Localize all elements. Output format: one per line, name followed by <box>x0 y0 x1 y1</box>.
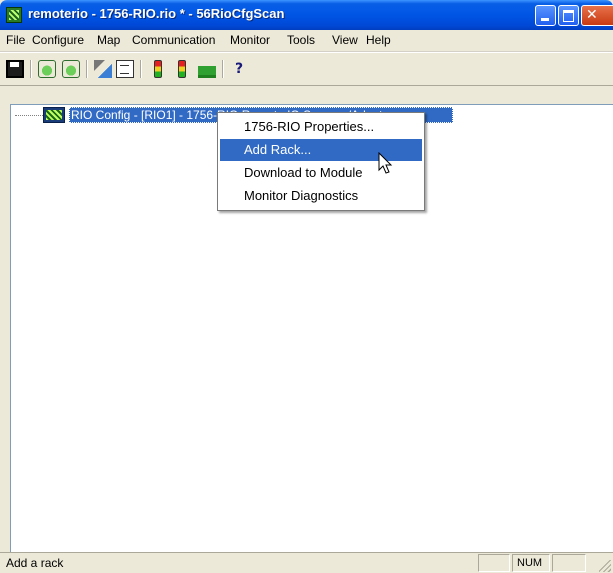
tools-icon[interactable] <box>94 60 112 78</box>
document-icon[interactable] <box>116 60 134 78</box>
toolbar-separator <box>222 60 224 78</box>
resize-grip-icon[interactable] <box>599 560 611 572</box>
toolbar: ? <box>0 52 613 86</box>
maximize-button[interactable] <box>558 5 579 26</box>
context-help-icon[interactable]: ? <box>230 60 248 78</box>
menu-map[interactable]: Map <box>97 33 120 47</box>
window-title: remoterio - 1756-RIO.rio * - 56RioCfgSca… <box>28 6 285 21</box>
status-text: Add a rack <box>6 556 64 570</box>
save-icon[interactable] <box>6 60 24 78</box>
ctx-properties[interactable]: 1756-RIO Properties... <box>220 116 422 138</box>
menu-configure[interactable]: Configure <box>32 33 84 47</box>
toolbar-separator <box>86 60 88 78</box>
app-icon[interactable] <box>6 7 22 23</box>
module-config-icon[interactable] <box>38 60 56 78</box>
toolbar-separator <box>140 60 142 78</box>
mouse-cursor-icon <box>378 152 393 174</box>
signal-light-alt-icon[interactable] <box>174 60 192 78</box>
status-bar: Add a rack NUM <box>0 552 613 573</box>
status-pane-scroll <box>552 554 586 572</box>
status-pane-caps <box>478 554 510 572</box>
minimize-button[interactable] <box>535 5 556 26</box>
status-pane-num: NUM <box>512 554 550 572</box>
menu-monitor[interactable]: Monitor <box>230 33 270 47</box>
menu-tools[interactable]: Tools <box>287 33 315 47</box>
plug-icon[interactable] <box>198 60 216 78</box>
module-config-alt-icon[interactable] <box>62 60 80 78</box>
tree-connector-line <box>15 115 43 116</box>
signal-light-icon[interactable] <box>150 60 168 78</box>
menu-communication[interactable]: Communication <box>132 33 215 47</box>
menu-bar: File Configure Map Communication Monitor… <box>0 30 613 52</box>
app-window: remoterio - 1756-RIO.rio * - 56RioCfgSca… <box>0 0 613 573</box>
menu-file[interactable]: File <box>6 33 25 47</box>
close-button[interactable] <box>581 5 613 26</box>
menu-help[interactable]: Help <box>366 33 391 47</box>
ctx-monitor-diagnostics[interactable]: Monitor Diagnostics <box>220 185 422 207</box>
title-bar[interactable]: remoterio - 1756-RIO.rio * - 56RioCfgSca… <box>0 0 613 30</box>
toolbar-separator <box>30 60 32 78</box>
rio-module-icon <box>43 107 65 123</box>
context-help-glyph: ? <box>234 61 244 77</box>
menu-view[interactable]: View <box>332 33 358 47</box>
